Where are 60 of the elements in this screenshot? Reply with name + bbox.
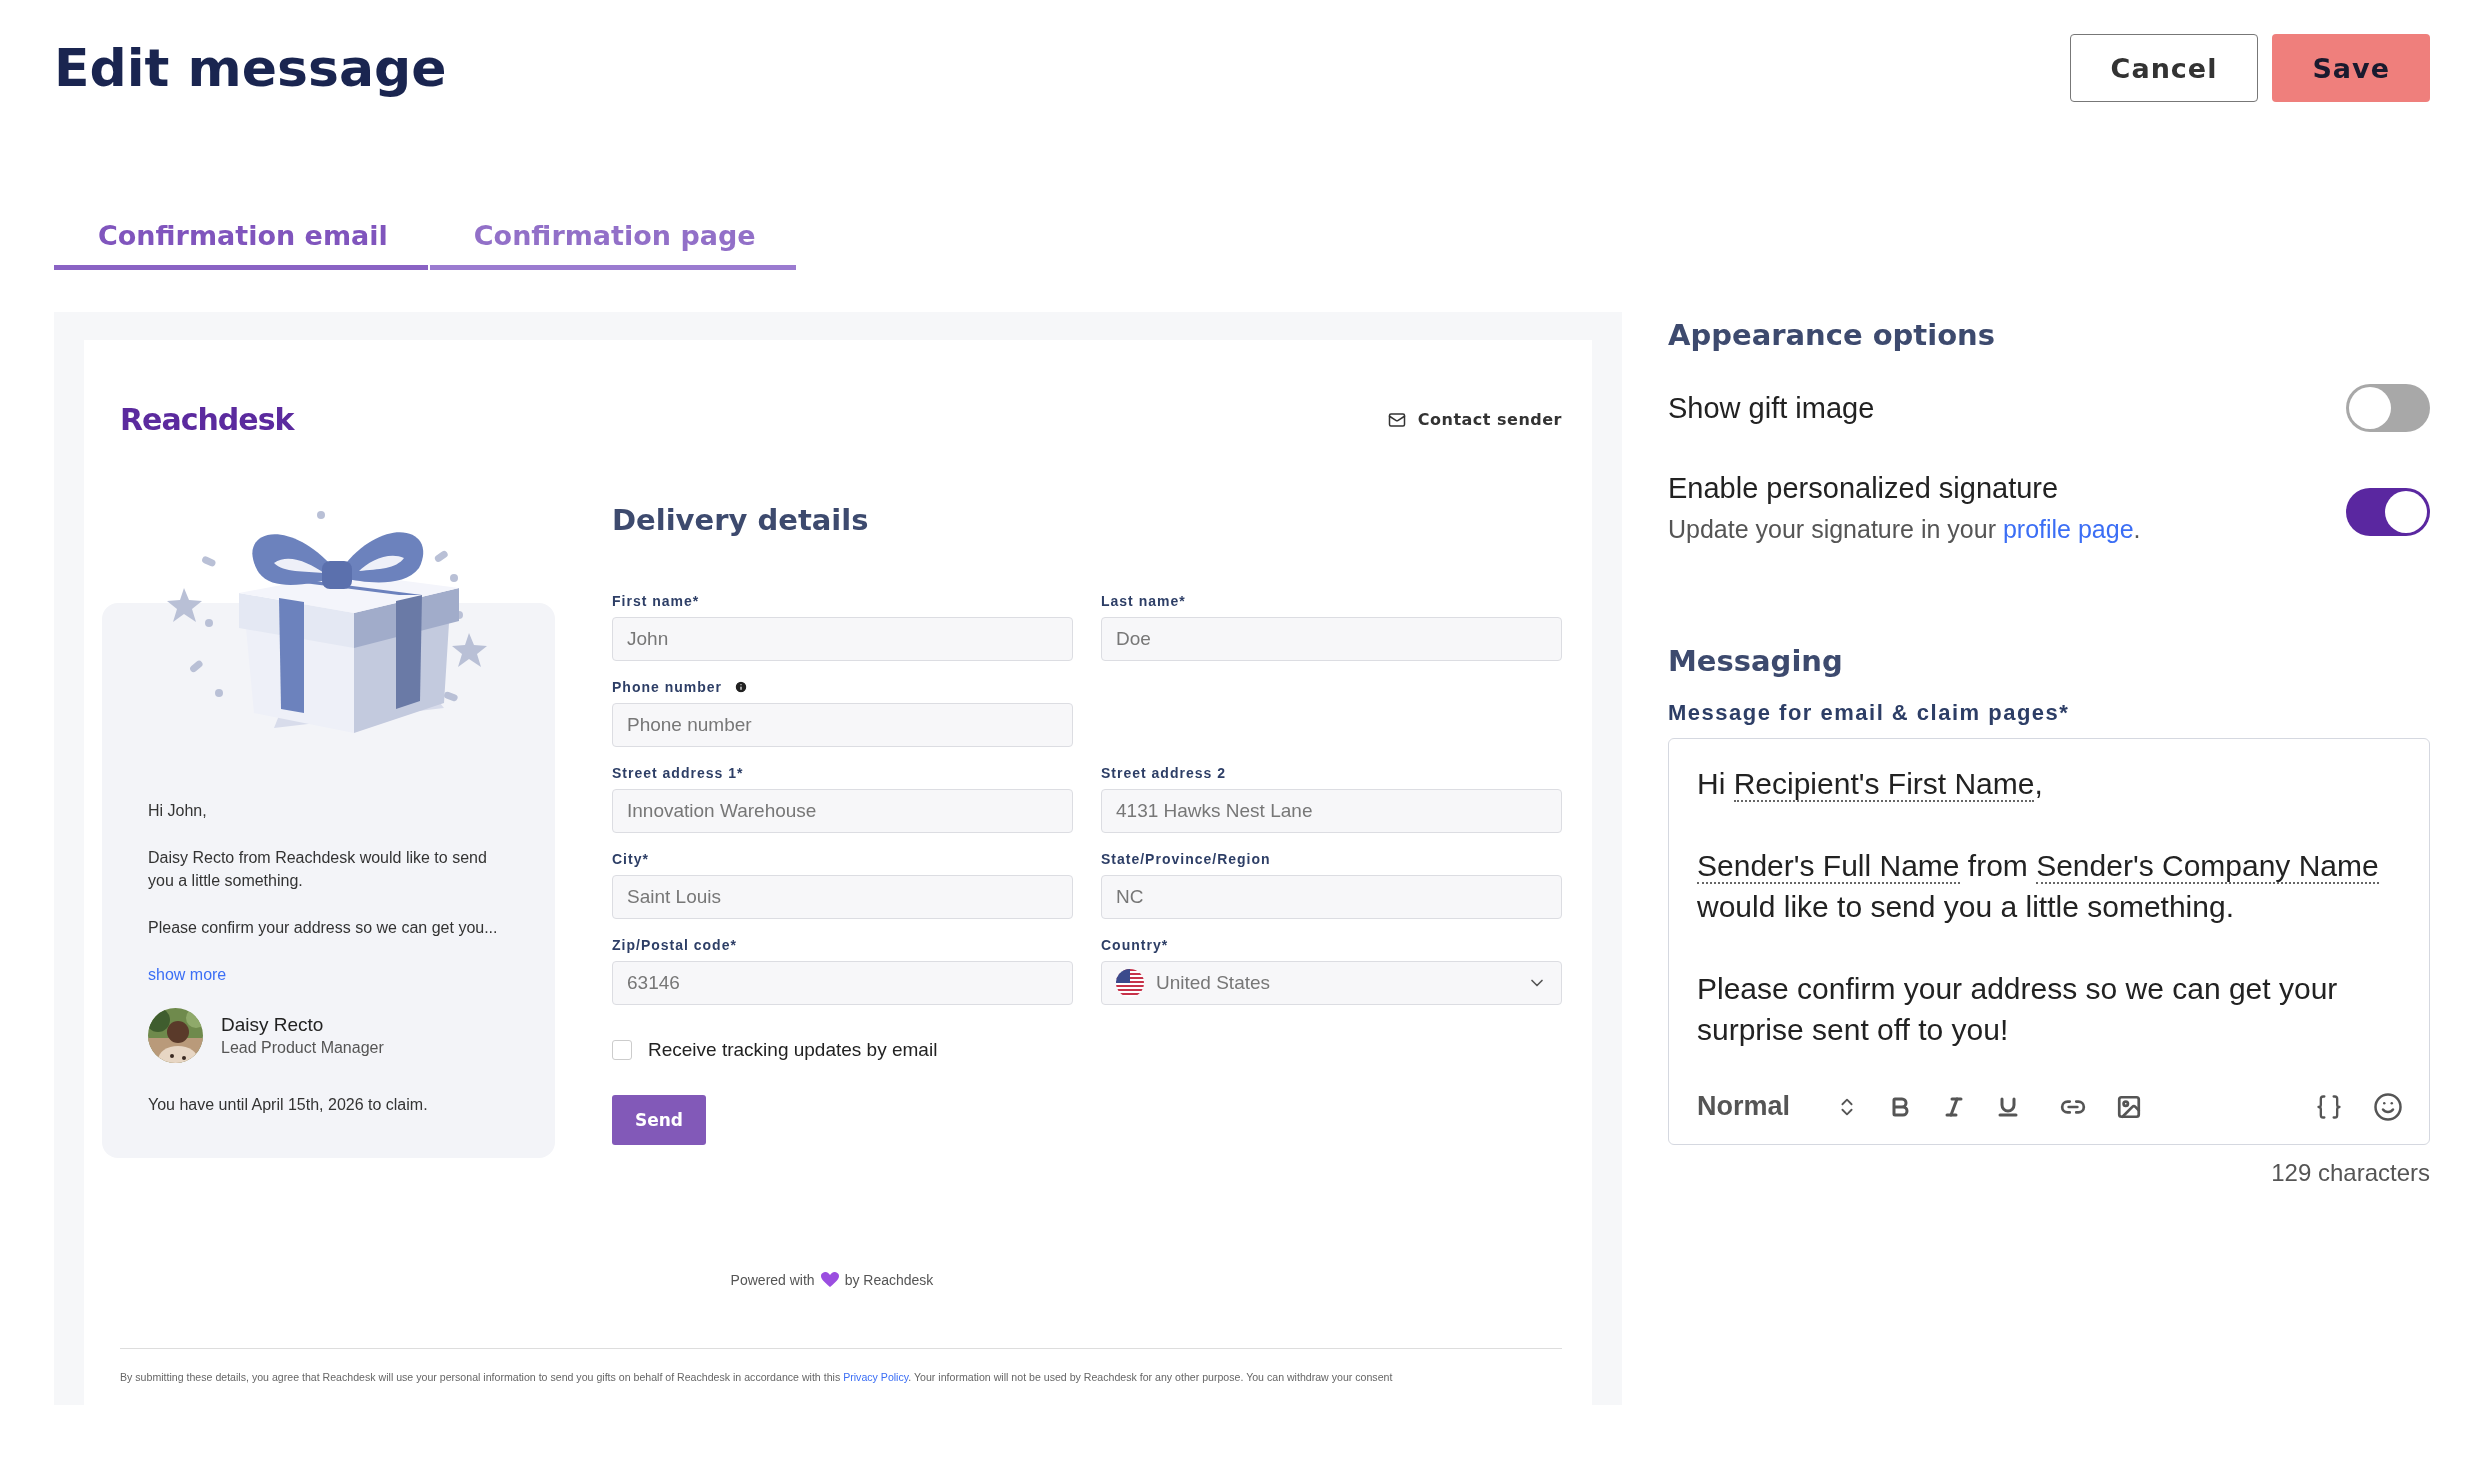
field-label: Street address 1*	[612, 765, 744, 781]
character-count: 129 characters	[2271, 1159, 2430, 1187]
field-label: Phone number	[612, 679, 722, 695]
page-title: Edit message	[54, 38, 447, 98]
legal-text: By submitting these details, you agree that Reachdesk will use your personal information to send you gifts on behalf of Reachdesk in accordance with this Privacy Policy. Your information will not be used by Reachdesk for any other purpose. You can withdraw your consent	[120, 1371, 1394, 1383]
image-button[interactable]	[2116, 1093, 2143, 1120]
save-button[interactable]: Save	[2272, 34, 2430, 102]
message-text: Please confirm your address so we can get you...	[148, 918, 499, 938]
section-title: Messaging	[1668, 644, 1844, 678]
toggle-switch[interactable]	[2346, 384, 2430, 432]
format-select[interactable]: Normal	[1697, 1091, 1859, 1122]
mail-icon	[1387, 410, 1406, 429]
message-paragraph: Please confirm your address so we can get your surprise sent off to you!	[1697, 971, 2339, 1048]
contact-sender-link[interactable]: Contact sender	[1387, 410, 1562, 429]
form-title: Delivery details	[612, 503, 870, 537]
input-field[interactable]: John	[612, 617, 1073, 661]
toggle-label: Enable personalized signature	[1668, 471, 2060, 505]
toggle-switch[interactable]	[2346, 488, 2430, 536]
profile-page-link[interactable]: profile page	[2002, 515, 2134, 543]
tab[interactable]: Confirmation page	[429, 220, 796, 270]
field-label: Last name*	[1101, 593, 1186, 609]
toggle-label: Show gift image	[1668, 391, 1875, 425]
input-field[interactable]: NC	[1101, 875, 1562, 919]
sender-role: Lead Product Manager	[221, 1037, 384, 1058]
input-field[interactable]: Phone number	[612, 703, 1073, 747]
field-label: Country*	[1101, 937, 1169, 953]
hint-text: Update your signature in your profile page.	[1668, 515, 2141, 544]
input-field[interactable]: Doe	[1101, 617, 1562, 661]
message-paragraph: Sender's Full Name from Sender's Company Name would like to send you a little something.	[1697, 848, 2380, 925]
variable-button[interactable]	[2315, 1092, 2343, 1121]
input-field[interactable]: 4131 Hawks Nest Lane	[1101, 789, 1562, 833]
input-field[interactable]: Innovation Warehouse	[612, 789, 1073, 833]
powered-text: by Reachdesk	[844, 1272, 934, 1288]
checkbox-label: Receive tracking updates by email	[648, 1039, 938, 1061]
send-button[interactable]: Send	[612, 1095, 706, 1145]
message-text: Daisy Recto from Reachdesk would like to send you a little something.	[148, 848, 488, 891]
message-editor[interactable]: Hi Recipient's First Name, Sender's Full Name from Sender's Company Name would like to send you a little something. Please confirm your address so we can get your surprise sent off to you! Normal	[1668, 738, 2430, 1145]
emoji-button[interactable]	[2373, 1091, 2403, 1122]
checkbox[interactable]	[612, 1040, 632, 1060]
section-title: Appearance options	[1668, 318, 1996, 352]
field-label: Message for email & claim pages*	[1668, 700, 2071, 726]
message-paragraph: Hi Recipient's First Name,	[1697, 766, 2044, 804]
greeting: Hi John,	[148, 801, 208, 821]
sender-name: Daisy Recto	[221, 1012, 325, 1036]
show-more-link[interactable]: show more	[148, 963, 227, 986]
field-label: Street address 2	[1101, 765, 1226, 781]
powered-text: Powered with	[730, 1272, 815, 1288]
field-label: State/Province/Region	[1101, 851, 1271, 867]
field-label: Zip/Postal code*	[612, 937, 737, 953]
tab[interactable]: Confirmation email	[54, 220, 428, 270]
field-label: City*	[612, 851, 649, 867]
flag-icon	[1116, 969, 1144, 997]
heart-icon	[820, 1272, 839, 1288]
cancel-button[interactable]: Cancel	[2069, 34, 2259, 102]
claim-deadline: You have until April 15th, 2026 to claim.	[148, 1095, 429, 1115]
input-field[interactable]: Saint Louis	[612, 875, 1073, 919]
input-field[interactable]: 63146	[612, 961, 1073, 1005]
field-label: First name*	[612, 593, 700, 609]
country-select[interactable]: United States	[1101, 961, 1562, 1005]
logo: Reachdesk	[120, 402, 294, 437]
